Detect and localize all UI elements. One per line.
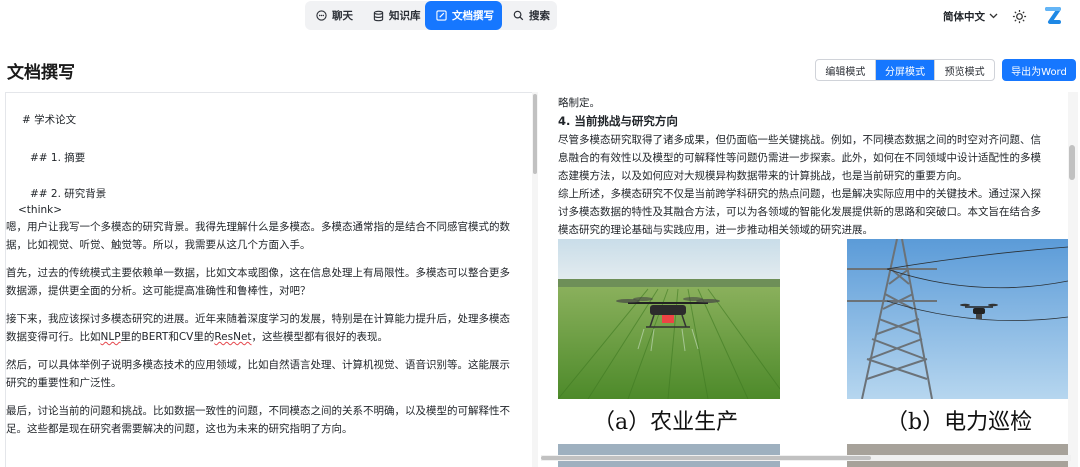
tab-document-writing-label: 文档撰写 — [452, 10, 494, 22]
preview-section-heading: 4. 当前挑战与研究方向 — [558, 114, 678, 128]
preview-mode-button[interactable]: 预览模式 — [934, 60, 994, 80]
tab-search-label: 搜索 — [529, 10, 550, 22]
preview-paragraph-2: 综上所述，多模态研究不仅是当前跨学科研究的热点问题，也是解决实际应用中的关键技术… — [558, 188, 1041, 236]
figure-power-inspection-image — [847, 239, 1068, 399]
markdown-editor[interactable]: # 学术论文 ## 1. 摘要 ## 2. 研究背景 <think> 嗯，用户让… — [5, 92, 537, 467]
preview-horizontal-scrollbar-thumb[interactable] — [541, 456, 871, 460]
editor-line-h1: # 学术论文 — [22, 114, 77, 126]
tab-knowledge-base-label: 知识库 — [389, 10, 421, 22]
tab-document-writing[interactable]: 文档撰写 — [425, 1, 502, 30]
export-word-button[interactable]: 导出为Word — [1002, 59, 1076, 81]
tab-chat[interactable]: 聊天 — [305, 1, 362, 30]
database-icon — [372, 10, 384, 22]
editor-paragraph-4: 然后，可以具体举例子说明多模态技术的应用领域，比如自然语言处理、计算机视觉、语音… — [6, 359, 510, 389]
language-selector[interactable]: 简体中文 — [943, 9, 998, 24]
editor-line-think: <think> — [18, 204, 63, 216]
language-label: 简体中文 — [943, 11, 985, 23]
spellcheck-word: ResNet — [214, 331, 252, 343]
main-nav-tabs: 聊天 知识库 文档撰写 搜索 — [305, 1, 557, 30]
tab-search[interactable]: 搜索 — [502, 1, 557, 30]
spellcheck-word: NLP — [100, 331, 121, 343]
edit-icon — [435, 10, 447, 22]
preview-scrollbar-thumb[interactable] — [1069, 145, 1075, 180]
figure-caption-b: （b）电力巡检 — [886, 410, 1033, 435]
editor-line-abstract: ## 1. 摘要 — [30, 152, 86, 164]
document-preview: 略制定。 4. 当前挑战与研究方向 尽管多模态研究取得了诸多成果，但仍面临一些关… — [541, 92, 1080, 467]
figure-agriculture-image — [558, 239, 780, 399]
edit-mode-button[interactable]: 编辑模式 — [816, 60, 875, 80]
preview-text: 略制定。 4. 当前挑战与研究方向 尽管多模态研究取得了诸多成果，但仍面临一些关… — [558, 94, 1046, 239]
chevron-down-icon — [989, 12, 998, 22]
chat-icon — [315, 10, 327, 22]
view-mode-switch: 编辑模式 分屏模式 预览模式 — [815, 59, 995, 81]
split-mode-button[interactable]: 分屏模式 — [874, 60, 935, 80]
preview-paragraph-1: 尽管多模态研究取得了诸多成果，但仍面临一些关键挑战。例如，不同模态数据之间的时空… — [558, 134, 1041, 182]
editor-paragraph-3: 接下来，我应该探讨多模态研究的进展。近年来随着深度学习的发展，特别是在计算能力提… — [6, 313, 510, 343]
tab-knowledge-base[interactable]: 知识库 — [362, 1, 428, 30]
page-title: 文档撰写 — [7, 63, 75, 83]
editor-scrollbar-thumb[interactable] — [533, 94, 537, 174]
figure-caption-a: （a）农业生产 — [593, 410, 739, 435]
editor-line-background: ## 2. 研究背景 — [30, 188, 107, 200]
top-navigation: 聊天 知识库 文档撰写 搜索 简体中文 — [0, 0, 1080, 32]
app-logo-icon — [1042, 5, 1064, 27]
search-icon — [512, 10, 524, 22]
theme-toggle-sun-icon[interactable] — [1012, 9, 1027, 24]
editor-paragraph-2: 首先，过去的传统模式主要依赖单一数据，比如文本或图像，这在信息处理上有局限性。多… — [6, 267, 510, 297]
tab-chat-label: 聊天 — [332, 10, 353, 22]
editor-content[interactable]: # 学术论文 ## 1. 摘要 ## 2. 研究背景 <think> 嗯，用户让… — [6, 111, 518, 438]
editor-paragraph-1: 嗯，用户让我写一个多模态的研究背景。我得先理解什么是多模态。多模态通常指的是结合… — [6, 221, 510, 251]
editor-paragraph-5: 最后，讨论当前的问题和挑战。比如数据一致性的问题，不同模态之间的关系不明确，以及… — [6, 405, 510, 435]
preview-top-line: 略制定。 — [558, 97, 600, 109]
